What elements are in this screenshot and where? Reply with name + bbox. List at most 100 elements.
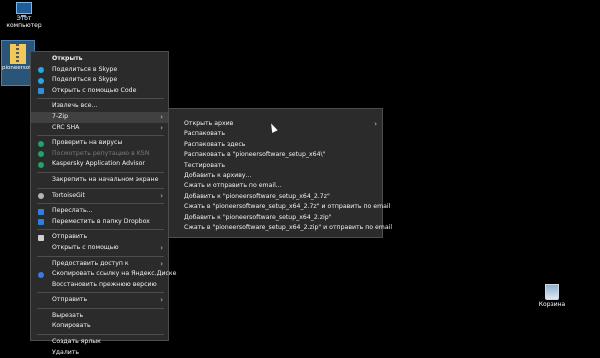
submenu-item-test[interactable]: Тестировать (169, 161, 382, 171)
menu-item-label: Kaspersky Application Advisor (52, 160, 145, 168)
menu-item-give-access[interactable]: Предоставить доступ к › (31, 259, 168, 270)
menu-item-label: 7-Zip (52, 112, 69, 120)
menu-item-label: Посмотреть репутацию в KSN (52, 149, 150, 157)
menu-item-restore-version[interactable]: Восстановить прежнюю версию (31, 280, 168, 291)
menu-item-crc-sha[interactable]: CRC SHA › (31, 123, 168, 134)
submenu-item-add-7z[interactable]: Добавить к "pioneersoftware_setup_x64_2.… (169, 192, 382, 202)
dropbox-icon (38, 208, 44, 215)
menu-item-label: Переместить в папку Dropbox (52, 217, 150, 225)
menu-item-label: Восстановить прежнюю версию (52, 280, 157, 288)
recycle-bin-desktop-icon[interactable]: Корзина (530, 284, 574, 308)
menu-item-create-shortcut[interactable]: Создать ярлык (31, 337, 168, 348)
skype-icon (38, 77, 44, 84)
menu-item-label: Копировать (52, 322, 91, 330)
submenu-item-extract-to-folder[interactable]: Распаковать в "pioneersoftware_setup_x64… (169, 150, 382, 160)
menu-item-forward[interactable]: Переслать... (31, 206, 168, 217)
menu-item-cut[interactable]: Вырезать (31, 311, 168, 322)
submenu-item-label: Распаковать в "pioneersoftware_setup_x64… (184, 151, 326, 159)
vscode-icon (38, 88, 44, 95)
tortoisegit-icon (38, 193, 44, 200)
menu-item-share-skype[interactable]: Поделиться в Skype (31, 65, 168, 76)
menu-item-label: CRC SHA (52, 123, 80, 131)
submenu-item-add-to-archive[interactable]: Добавить к архиву... (169, 171, 382, 181)
kaspersky-icon (38, 140, 44, 147)
menu-item-share[interactable]: Отправить (31, 232, 168, 243)
menu-item-yandex-link[interactable]: Скопировать ссылку на Яндекс.Диске (31, 269, 176, 280)
menu-separator (37, 334, 164, 336)
menu-item-open-with[interactable]: Открыть с помощью › (31, 243, 168, 254)
submenu-item-compress-email[interactable]: Сжать и отправить по email... (169, 181, 382, 191)
skype-icon (38, 67, 44, 74)
submenu-item-label: Сжать в "pioneersoftware_setup_x64_2.7z"… (184, 203, 391, 211)
recycle-bin-label: Корзина (538, 301, 566, 308)
menu-separator (37, 292, 164, 294)
submenu-item-label: Распаковать здесь (184, 140, 246, 148)
menu-item-label: Вырезать (52, 311, 84, 319)
menu-item-scan-viruses[interactable]: Проверить на вирусы (31, 138, 168, 149)
menu-item-label: Скопировать ссылку на Яндекс.Диске (52, 270, 177, 278)
submenu-item-label: Сжать и отправить по email... (184, 182, 282, 190)
submenu-item-add-zip[interactable]: Добавить к "pioneersoftware_setup_x64_2.… (169, 213, 382, 223)
chevron-right-icon: › (160, 191, 163, 200)
menu-item-label: Создать ярлык (52, 338, 101, 346)
menu-item-label: Открыть с помощью Code (52, 86, 137, 94)
menu-item-delete[interactable]: Удалить (31, 348, 168, 358)
submenu-item-label: Добавить к архиву... (184, 171, 252, 179)
submenu-item-compress-7z-email[interactable]: Сжать в "pioneersoftware_setup_x64_2.7z"… (169, 202, 390, 212)
menu-separator (37, 255, 164, 257)
menu-item-label: Открыть с помощью (52, 243, 119, 251)
menu-item-open-with-code[interactable]: Открыть с помощью Code (31, 86, 168, 97)
menu-item-label: Проверить на вирусы (52, 139, 123, 147)
submenu-item-compress-zip-email[interactable]: Сжать в "pioneersoftware_setup_x64_2.zip… (169, 223, 392, 233)
chevron-right-icon: › (160, 243, 163, 252)
submenu-item-label: Добавить к "pioneersoftware_setup_x64_2.… (184, 213, 332, 221)
chevron-right-icon: › (160, 123, 163, 132)
context-menu: Открыть Поделиться в Skype Поделиться в … (30, 51, 176, 356)
menu-item-label: Открыть (52, 55, 83, 62)
menu-separator (37, 171, 164, 173)
submenu-item-label: Добавить к "pioneersoftware_setup_x64_2.… (184, 192, 330, 200)
menu-item-open[interactable]: Открыть (31, 54, 168, 65)
menu-item-7zip[interactable]: 7-Zip › (31, 111, 168, 123)
yandex-disk-icon (38, 271, 44, 278)
submenu-item-label: Распаковать (184, 130, 225, 138)
menu-item-label: Отправить (52, 296, 88, 304)
submenu-item-label: Тестировать (184, 161, 226, 169)
menu-item-label: Поделиться в Skype (52, 65, 118, 73)
chevron-right-icon: › (160, 296, 163, 305)
kaspersky-icon (38, 161, 44, 168)
chevron-right-icon: › (160, 259, 163, 268)
menu-separator (37, 187, 164, 189)
menu-item-label: Закрепить на начальном экране (52, 175, 159, 183)
share-icon (38, 234, 44, 241)
menu-item-label: Поделиться в Skype (52, 76, 118, 84)
submenu-item-label: Сжать в "pioneersoftware_setup_x64_2.zip… (184, 223, 393, 231)
this-pc-label: Этот компьютер (6, 15, 42, 29)
menu-item-ksn-reputation[interactable]: Посмотреть репутацию в KSN (31, 149, 168, 160)
recycle-bin-icon (545, 284, 559, 300)
menu-item-move-dropbox[interactable]: Переместить в папку Dropbox (31, 217, 168, 228)
chevron-right-icon: › (374, 120, 377, 128)
menu-item-label: Отправить (52, 233, 88, 241)
menu-separator (37, 229, 164, 231)
menu-item-label: Извлечь все... (52, 102, 98, 110)
menu-separator (37, 307, 164, 309)
kaspersky-icon (38, 151, 44, 158)
chevron-right-icon: › (160, 112, 163, 121)
this-pc-desktop-icon[interactable]: Этот компьютер (2, 2, 46, 29)
zip-archive-icon (10, 44, 26, 64)
computer-icon (16, 2, 32, 17)
menu-separator (37, 203, 164, 205)
submenu-item-label: Открыть архив (184, 120, 234, 127)
menu-item-share-skype-2[interactable]: Поделиться в Skype (31, 75, 168, 86)
menu-item-send-to[interactable]: Отправить › (31, 295, 168, 306)
menu-item-label: Переслать... (52, 207, 93, 215)
menu-item-tortoisegit[interactable]: TortoiseGit › (31, 191, 168, 202)
menu-item-kaspersky-advisor[interactable]: Kaspersky Application Advisor (31, 159, 168, 170)
menu-item-copy[interactable]: Копировать (31, 321, 168, 332)
menu-item-pin-start[interactable]: Закрепить на начальном экране (31, 175, 168, 186)
menu-separator (37, 98, 164, 100)
menu-item-label: TortoiseGit (52, 191, 85, 199)
submenu-item-extract-here[interactable]: Распаковать здесь (169, 140, 382, 150)
menu-item-extract-all[interactable]: Извлечь все... (31, 101, 168, 112)
